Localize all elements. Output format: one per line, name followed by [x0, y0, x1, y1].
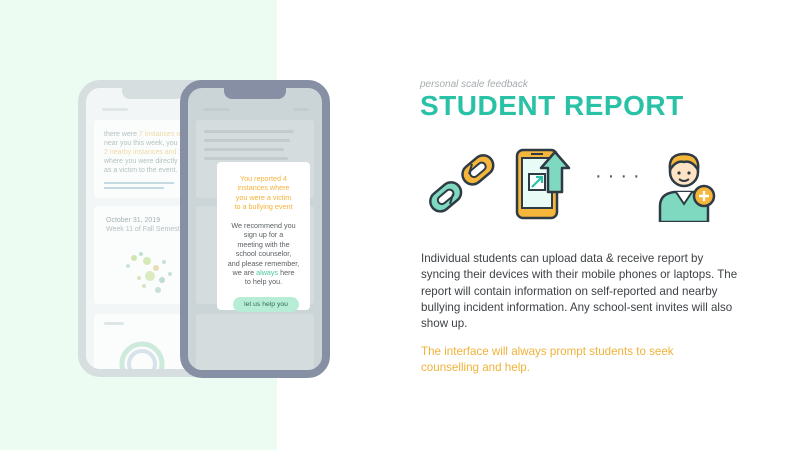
page-title: STUDENT REPORT	[420, 90, 684, 121]
status-line	[294, 108, 308, 111]
smartphone-upload-icon	[515, 148, 571, 220]
counselling-prompt-popup: You reported 4 instances where you were …	[217, 162, 310, 312]
student-add-icon	[658, 152, 716, 222]
broken-chain-link-icon	[429, 154, 495, 213]
phone-notch	[224, 88, 286, 99]
divider	[104, 182, 174, 184]
front-phone-mockup: You reported 4 instances where you were …	[180, 80, 330, 378]
card-header-line	[104, 322, 124, 325]
status-line	[102, 108, 128, 111]
divider	[104, 187, 164, 189]
text-line	[204, 157, 288, 160]
stats-card	[196, 314, 314, 370]
report-text: 2 nearby instances and 1	[104, 149, 183, 156]
ellipsis-dots: ····	[595, 165, 646, 187]
counselling-note: The interface will always prompt student…	[421, 345, 674, 375]
week-label: Week 11 of Fall Semeste	[106, 226, 184, 233]
bubble-map-graphic	[126, 252, 172, 293]
status-line	[204, 108, 230, 111]
popup-alert-text: You reported 4 instances where you were …	[234, 174, 293, 212]
report-text: near you this week, you re	[104, 140, 186, 147]
text-line	[204, 130, 294, 133]
donut-chart-graphic	[119, 341, 165, 369]
description-paragraph: Individual students can upload data & re…	[421, 252, 738, 331]
text-line	[204, 139, 290, 142]
report-text: where you were directly in	[104, 158, 185, 165]
text-line	[204, 148, 284, 151]
popup-recommendation-text: We recommend you sign up for a meeting w…	[227, 221, 300, 287]
report-text: as a victim to the event.	[104, 167, 178, 174]
let-us-help-you-button[interactable]: let us help you	[233, 297, 299, 312]
date-label: October 31, 2019	[106, 217, 161, 224]
phone-notch	[122, 88, 184, 99]
page-subtitle: personal scale feedback	[420, 79, 528, 90]
